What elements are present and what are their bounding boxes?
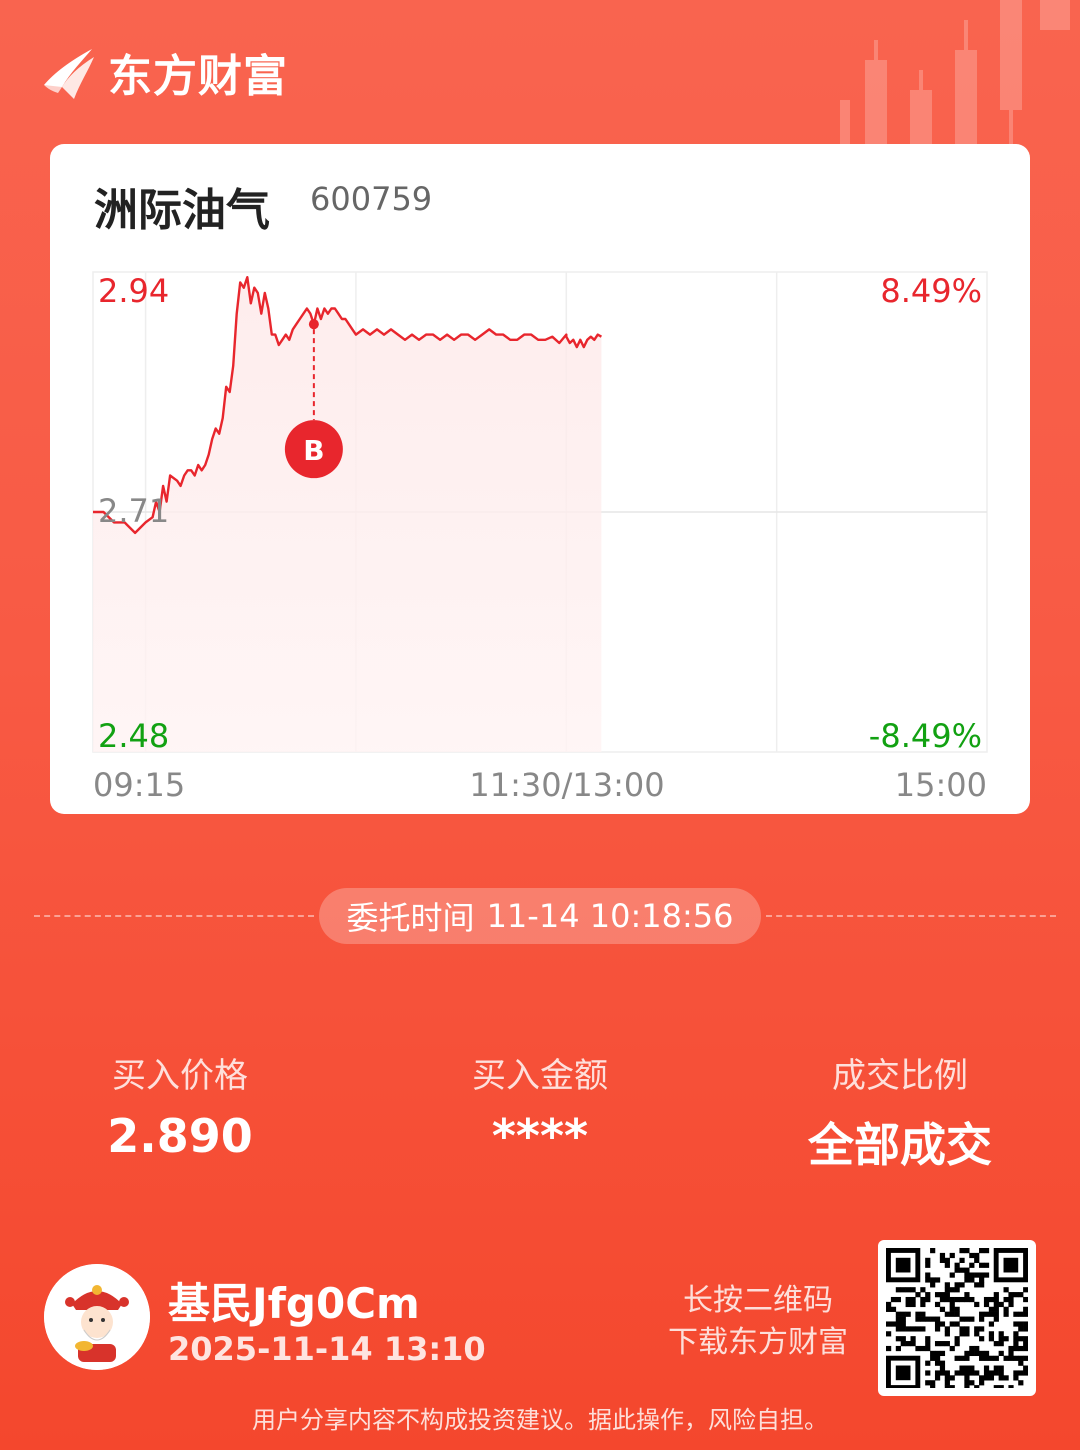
entrust-time-pill: 委托时间 11-14 10:18:56 — [319, 888, 761, 944]
background-candles-decoration — [840, 0, 1070, 150]
entrust-time-row: 委托时间 11-14 10:18:56 — [0, 886, 1080, 946]
eastmoney-logo-icon — [44, 49, 94, 99]
post-time: 2025-11-14 13:10 — [168, 1330, 486, 1368]
dashed-divider-right — [766, 915, 1056, 917]
trade-point — [308, 319, 319, 330]
brand-name: 东方财富 — [108, 51, 288, 102]
dashed-divider-left — [34, 915, 314, 917]
entrust-label: 委托时间 — [346, 899, 475, 937]
stat-value: **** — [491, 1109, 589, 1163]
buy-marker-label: B — [303, 434, 324, 467]
stat-label: 买入金额 — [472, 1056, 608, 1096]
pct-label-top: 8.49% — [880, 272, 982, 310]
stat-buy-amount: 买入金额 **** — [360, 1048, 720, 1163]
entrust-value: 11-14 10:18:56 — [486, 897, 734, 935]
intraday-chart: B 2.94 2.71 2.48 8.49% -8.49% 09:15 11:3… — [92, 271, 988, 804]
x-label-close: 15:00 — [895, 766, 987, 804]
qr-hint-line2: 下载东方财富 — [668, 1325, 848, 1360]
stat-fill-ratio: 成交比例 全部成交 — [720, 1048, 1080, 1175]
y-label-top: 2.94 — [98, 272, 169, 310]
x-label-open: 09:15 — [93, 766, 185, 804]
y-label-bottom: 2.48 — [98, 717, 169, 755]
app-header: 东方财富 — [40, 40, 288, 104]
stat-value: 2.890 — [107, 1109, 253, 1163]
god-of-wealth-avatar-icon[interactable] — [44, 1264, 150, 1370]
qr-hint: 长按二维码 下载东方财富 — [640, 1280, 876, 1364]
x-label-midday: 11:30/13:00 — [469, 766, 664, 804]
y-label-mid: 2.71 — [98, 492, 169, 530]
pct-label-bottom: -8.49% — [869, 717, 982, 755]
stat-value: 全部成交 — [808, 1118, 992, 1172]
qr-code-icon[interactable] — [878, 1240, 1036, 1396]
stat-buy-price: 买入价格 2.890 — [0, 1048, 360, 1163]
price-area-fill — [93, 277, 602, 752]
stat-label: 成交比例 — [832, 1056, 968, 1096]
disclaimer: 用户分享内容不构成投资建议。据此操作，风险自担。 — [252, 1406, 828, 1434]
stat-label: 买入价格 — [112, 1056, 248, 1096]
user-name: 基民Jfg0Cm — [168, 1279, 420, 1328]
stock-chart-card: 洲际油气 600759 B 2.94 2.71 2.48 8.49% -8.49… — [50, 144, 1030, 814]
qr-hint-line1: 长按二维码 — [683, 1283, 833, 1318]
